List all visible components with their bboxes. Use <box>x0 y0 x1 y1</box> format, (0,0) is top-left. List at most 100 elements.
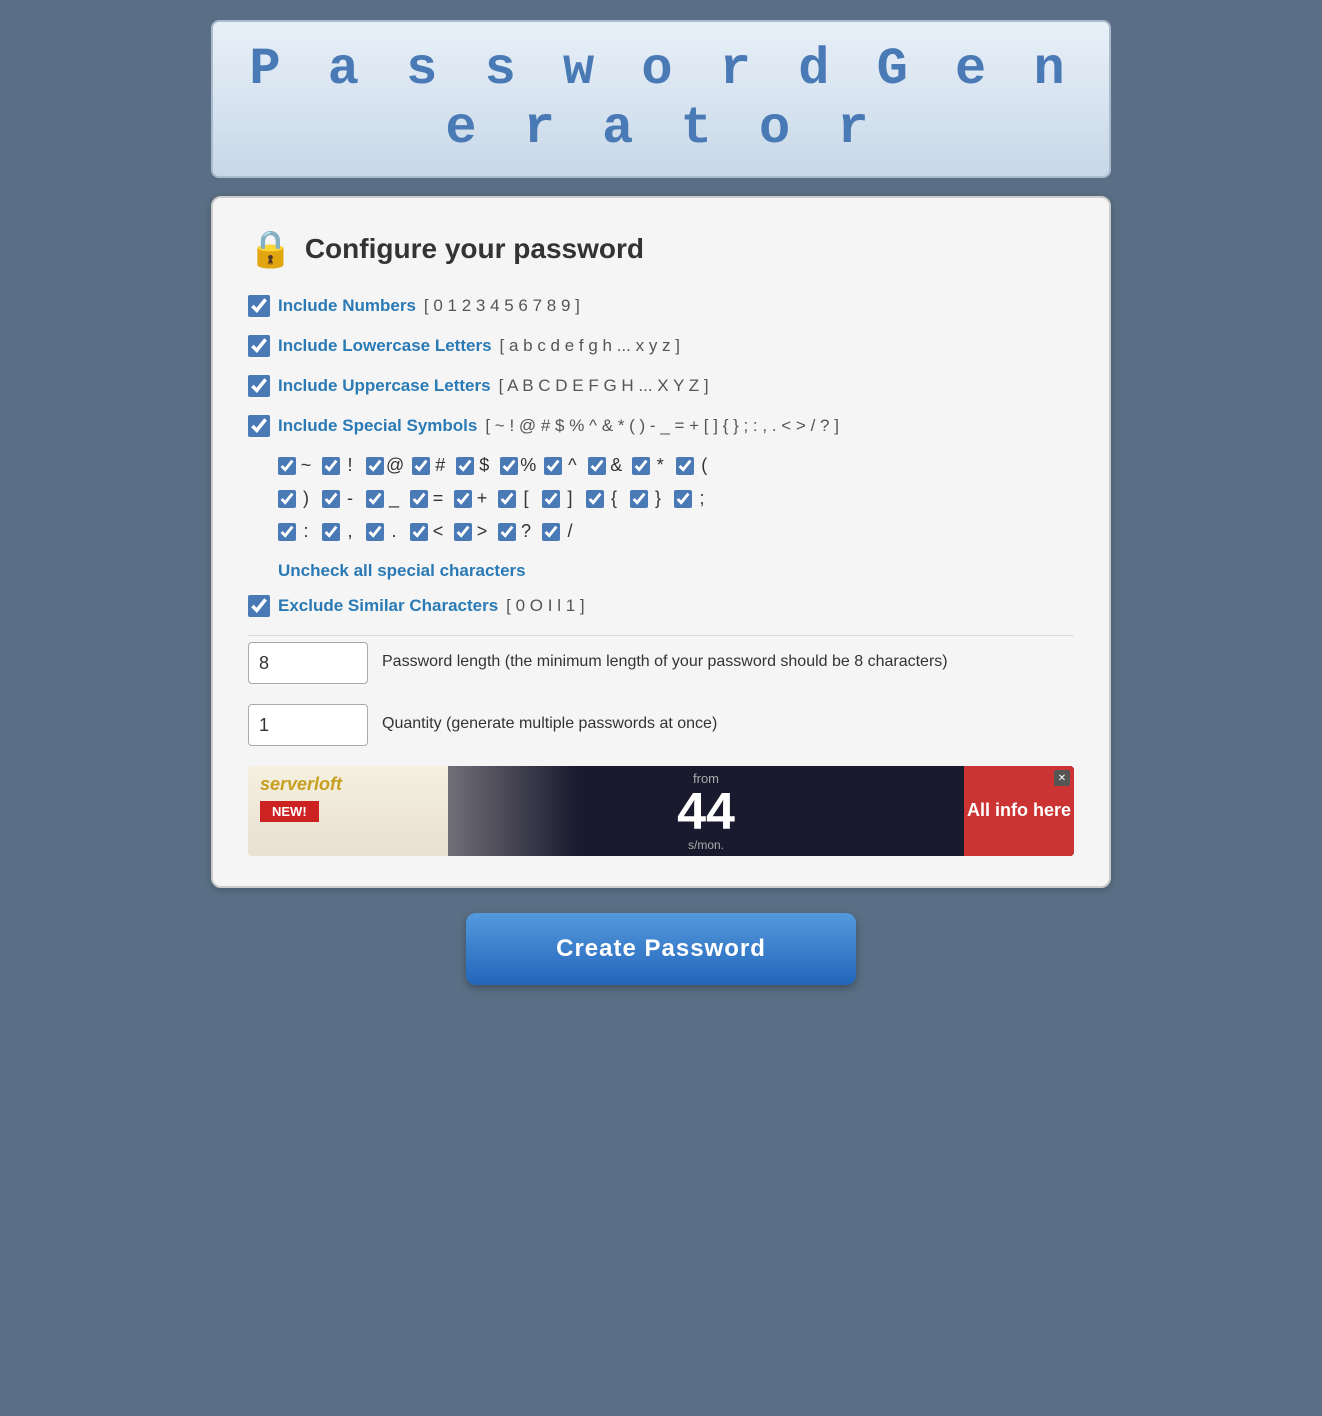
char-checkbox-plus[interactable] <box>454 490 472 508</box>
char-checkbox-percent[interactable] <box>500 457 518 475</box>
char-checkbox-star[interactable] <box>632 457 650 475</box>
include-special-suffix: [ ~ ! @ # $ % ^ & * ( ) - _ = + [ ] { } … <box>485 416 839 436</box>
configure-header: 🔒 Configure your password <box>248 228 1074 270</box>
char-checkbox-dollar[interactable] <box>456 457 474 475</box>
password-length-description: Password length (the minimum length of y… <box>382 642 948 674</box>
include-lowercase-label[interactable]: Include Lowercase Letters <box>278 336 492 356</box>
special-chars-row-2: ) - _ = + [ ] <box>278 488 1074 513</box>
include-uppercase-label[interactable]: Include Uppercase Letters <box>278 376 491 396</box>
char-item-gt: > <box>454 521 490 542</box>
char-checkbox-amp[interactable] <box>588 457 606 475</box>
ad-left-section: serverloft NEW! <box>248 766 448 856</box>
char-item-rbracket: ] <box>542 488 578 509</box>
char-item-lparen: ( <box>676 455 712 476</box>
ad-brand: serverloft <box>260 774 342 795</box>
include-lowercase-row: Include Lowercase Letters [ a b c d e f … <box>248 335 1074 357</box>
char-checkbox-slash[interactable] <box>542 523 560 541</box>
header-box: P a s s w o r d G e n e r a t o r <box>211 20 1111 178</box>
char-checkbox-at[interactable] <box>366 457 384 475</box>
char-checkbox-lparen[interactable] <box>676 457 694 475</box>
include-numbers-row: Include Numbers [ 0 1 2 3 4 5 6 7 8 9 ] <box>248 295 1074 317</box>
quantity-spinner[interactable]: ▲ ▼ <box>248 704 368 746</box>
char-item-caret: ^ <box>544 455 580 476</box>
include-lowercase-suffix: [ a b c d e f g h ... x y z ] <box>500 336 680 356</box>
ad-close-button[interactable]: ✕ <box>1054 770 1070 786</box>
char-checkbox-underscore[interactable] <box>366 490 384 508</box>
quantity-description: Quantity (generate multiple passwords at… <box>382 704 717 736</box>
main-panel: 🔒 Configure your password Include Number… <box>211 196 1111 888</box>
include-numbers-label[interactable]: Include Numbers <box>278 296 416 316</box>
include-special-label[interactable]: Include Special Symbols <box>278 416 477 436</box>
char-item-semicolon: ; <box>674 488 710 509</box>
char-item-slash: / <box>542 521 578 542</box>
char-item-amp: & <box>588 455 624 476</box>
char-item-comma: , <box>322 521 358 542</box>
char-item-question: ? <box>498 521 534 542</box>
char-checkbox-period[interactable] <box>366 523 384 541</box>
char-item-colon: : <box>278 521 314 542</box>
include-lowercase-checkbox[interactable] <box>248 335 270 357</box>
char-item-lbrace: { <box>586 488 622 509</box>
ad-new-label: NEW! <box>260 801 319 822</box>
char-checkbox-question[interactable] <box>498 523 516 541</box>
char-item-lt: < <box>410 521 446 542</box>
char-checkbox-rbracket[interactable] <box>542 490 560 508</box>
include-special-row: Include Special Symbols [ ~ ! @ # $ % ^ … <box>248 415 1074 437</box>
char-item-dollar: $ <box>456 455 492 476</box>
ad-middle-section: from 44 s/mon. <box>448 766 964 856</box>
special-chars-row-1: ~ ! @ # $ % ^ <box>278 455 1074 480</box>
quantity-row: ▲ ▼ Quantity (generate multiple password… <box>248 704 1074 746</box>
special-chars-row-3: : , . < > ? / <box>278 521 1074 546</box>
page-title: P a s s w o r d G e n e r a t o r <box>233 40 1089 158</box>
char-item-minus: - <box>322 488 358 509</box>
ad-number: 44 <box>677 786 735 838</box>
password-length-spinner[interactable]: ▲ ▼ <box>248 642 368 684</box>
char-checkbox-rbrace[interactable] <box>630 490 648 508</box>
char-checkbox-comma[interactable] <box>322 523 340 541</box>
ad-banner: serverloft NEW! from 44 s/mon. All info … <box>248 766 1074 856</box>
char-checkbox-exclaim[interactable] <box>322 457 340 475</box>
char-item-at: @ <box>366 455 404 476</box>
exclude-similar-suffix: [ 0 O I l 1 ] <box>506 596 584 616</box>
include-numbers-suffix: [ 0 1 2 3 4 5 6 7 8 9 ] <box>424 296 580 316</box>
char-checkbox-gt[interactable] <box>454 523 472 541</box>
char-item-plus: + <box>454 488 490 509</box>
exclude-similar-checkbox[interactable] <box>248 595 270 617</box>
uncheck-all-link[interactable]: Uncheck all special characters <box>278 561 1074 581</box>
char-checkbox-hash[interactable] <box>412 457 430 475</box>
char-checkbox-caret[interactable] <box>544 457 562 475</box>
create-password-button[interactable]: Create Password <box>466 913 856 985</box>
exclude-similar-row: Exclude Similar Characters [ 0 O I l 1 ] <box>248 595 1074 617</box>
exclude-similar-label[interactable]: Exclude Similar Characters <box>278 596 498 616</box>
char-item-percent: % <box>500 455 536 476</box>
ad-per-text: s/mon. <box>688 838 724 852</box>
char-item-hash: # <box>412 455 448 476</box>
char-checkbox-lt[interactable] <box>410 523 428 541</box>
ad-cta-text: All info here <box>967 799 1071 822</box>
char-item-exclaim: ! <box>322 455 358 476</box>
char-checkbox-tilde[interactable] <box>278 457 296 475</box>
char-checkbox-rparen[interactable] <box>278 490 296 508</box>
char-checkbox-semicolon[interactable] <box>674 490 692 508</box>
char-item-lbracket: [ <box>498 488 534 509</box>
char-item-period: . <box>366 521 402 542</box>
char-item-star: * <box>632 455 668 476</box>
char-checkbox-equals[interactable] <box>410 490 428 508</box>
include-uppercase-row: Include Uppercase Letters [ A B C D E F … <box>248 375 1074 397</box>
char-item-rparen: ) <box>278 488 314 509</box>
char-item-equals: = <box>410 488 446 509</box>
char-checkbox-lbracket[interactable] <box>498 490 516 508</box>
char-checkbox-minus[interactable] <box>322 490 340 508</box>
include-special-checkbox[interactable] <box>248 415 270 437</box>
include-uppercase-suffix: [ A B C D E F G H ... X Y Z ] <box>499 376 709 396</box>
quantity-input[interactable] <box>249 715 368 736</box>
include-numbers-checkbox[interactable] <box>248 295 270 317</box>
lock-icon: 🔒 <box>248 228 293 270</box>
char-checkbox-lbrace[interactable] <box>586 490 604 508</box>
char-checkbox-colon[interactable] <box>278 523 296 541</box>
include-uppercase-checkbox[interactable] <box>248 375 270 397</box>
special-chars-grid: ~ ! @ # $ % ^ <box>278 455 1074 546</box>
configure-title: Configure your password <box>305 233 644 265</box>
password-length-input[interactable] <box>249 653 368 674</box>
char-item-tilde: ~ <box>278 455 314 476</box>
